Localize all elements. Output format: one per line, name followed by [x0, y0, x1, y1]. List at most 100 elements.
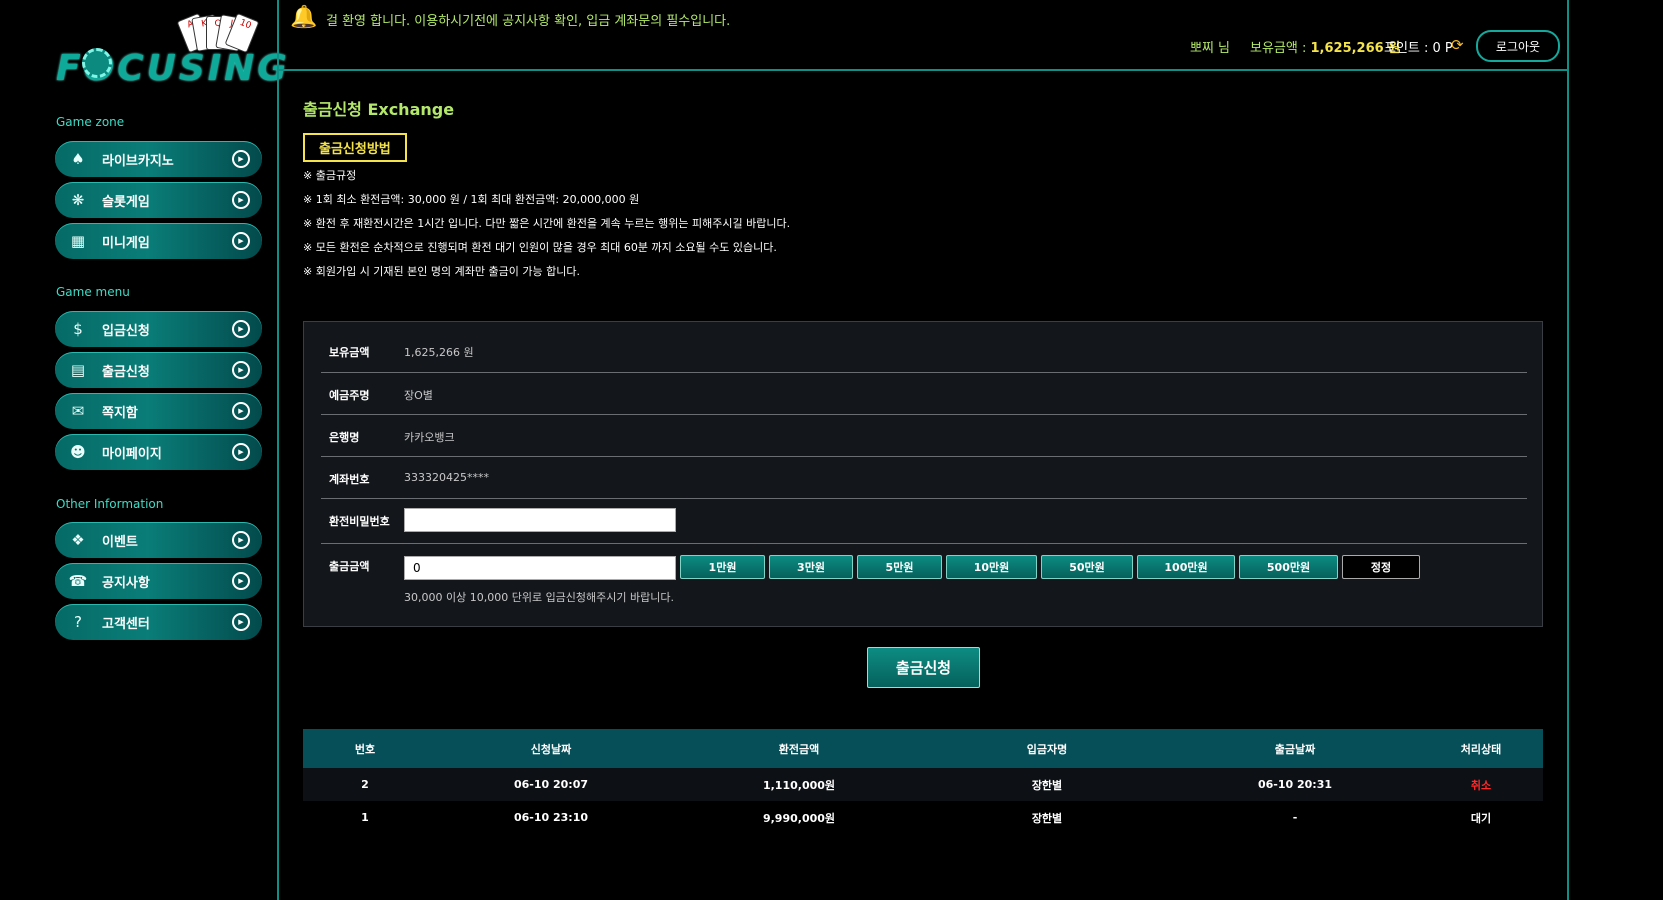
megaphone-icon: ☎	[68, 572, 88, 590]
notice-marquee: 걸 환영 합니다. 이용하시기전에 공지사항 확인, 입금 계좌문의 필수입니다…	[326, 14, 731, 29]
section-title-game-menu: Game menu	[56, 285, 130, 299]
sidebar-item-label: 이벤트	[102, 534, 138, 550]
sidebar-item-deposit[interactable]: $ 입금신청 ▶	[55, 311, 262, 347]
reset-amount-button[interactable]: 정정	[1342, 555, 1420, 579]
page-title: 출금신청 Exchange	[303, 100, 455, 119]
rule-line: ※ 출금규정	[303, 169, 357, 182]
column-header: 입금자명	[1026, 742, 1068, 756]
table-cell: 06-10 20:31	[1257, 778, 1333, 791]
slot-wheel-icon: ❋	[71, 191, 85, 209]
submit-withdraw-button[interactable]: 출금신청	[867, 647, 980, 688]
frame-divider-left	[277, 0, 279, 900]
sidebar-item-label: 공지사항	[102, 575, 150, 591]
play-circle-icon: ▶	[232, 150, 250, 168]
sidebar-item-label: 라이브카지노	[102, 153, 174, 169]
rule-line: ※ 회원가입 시 기재된 본인 명의 계좌만 출금이 가능 합니다.	[303, 265, 580, 278]
status-badge: 대기	[1470, 811, 1492, 825]
column-header: 환전금액	[778, 742, 820, 756]
withdraw-amount-input[interactable]: 0	[404, 556, 676, 580]
user-settings-icon: ☻	[70, 443, 86, 461]
table-cell: 9,990,000원	[762, 811, 836, 825]
bell-icon: 🔔	[290, 5, 318, 30]
sidebar-item-notice[interactable]: ☎ 공지사항 ▶	[55, 563, 262, 599]
table-row: 1 06-10 23:10 9,990,000원 장한별 - 대기	[303, 801, 1543, 834]
sidebar-item-label: 출금신청	[102, 364, 150, 380]
play-circle-icon: ▶	[232, 320, 250, 338]
sidebar-item-label: 마이페이지	[102, 446, 162, 462]
add-100k-button[interactable]: 10만원	[946, 555, 1037, 579]
add-10k-button[interactable]: 1만원	[680, 555, 765, 579]
column-header: 번호	[354, 742, 376, 756]
table-row: 2 06-10 20:07 1,110,000원 장한별 06-10 20:31…	[303, 768, 1543, 801]
holder-field-label: 예금주명	[329, 389, 370, 402]
sidebar-item-label: 쪽지함	[102, 405, 138, 421]
site-logo[interactable]: A K Q J 10 FOCUSING	[54, 12, 287, 89]
account-field-value: 333320425****	[404, 471, 489, 484]
play-circle-icon: ▶	[232, 191, 250, 209]
form-row-password: 환전비밀번호	[321, 499, 1527, 544]
play-circle-icon: ▶	[232, 232, 250, 250]
form-row-holder: 예금주명 장O별	[321, 373, 1527, 415]
add-5m-button[interactable]: 500만원	[1239, 555, 1338, 579]
refresh-icon[interactable]: ⟳	[1451, 36, 1464, 54]
amount-hint: 30,000 이상 10,000 단위로 입금신청해주시기 바랍니다.	[404, 591, 674, 604]
casino-dealer-icon: ♠	[71, 150, 85, 168]
chat-help-icon: ?	[74, 613, 82, 631]
column-header: 신청날짜	[530, 742, 572, 756]
header-points: 포인트 : 0 P	[1384, 41, 1453, 56]
dollar-coin-icon: $	[73, 320, 83, 338]
table-cell: -	[1292, 811, 1298, 824]
header-balance: 보유금액 : 1,625,266 원	[1250, 37, 1400, 56]
withdraw-rules: ※ 출금규정 ※ 1회 최소 환전금액: 30,000 원 / 1회 최대 환전…	[303, 168, 790, 288]
balance-label: 보유금액 :	[1250, 41, 1311, 56]
play-circle-icon: ▶	[232, 443, 250, 461]
rule-line: ※ 1회 최소 환전금액: 30,000 원 / 1회 최대 환전금액: 20,…	[303, 193, 640, 206]
form-row-bank: 은행명 카카오뱅크	[321, 415, 1527, 457]
sidebar-item-live-casino[interactable]: ♠ 라이브카지노 ▶	[55, 141, 262, 177]
sidebar-item-mypage[interactable]: ☻ 마이페이지 ▶	[55, 434, 262, 470]
sidebar-item-withdraw[interactable]: ▤ 출금신청 ▶	[55, 352, 262, 388]
user-nickname: 뽀찌 님	[1190, 41, 1231, 56]
sidebar-item-slot-game[interactable]: ❋ 슬롯게임 ▶	[55, 182, 262, 218]
add-50k-button[interactable]: 5만원	[857, 555, 942, 579]
logout-button[interactable]: 로그아웃	[1476, 30, 1560, 62]
add-500k-button[interactable]: 50만원	[1041, 555, 1133, 579]
sidebar-item-mini-game[interactable]: ▦ 미니게임 ▶	[55, 223, 262, 259]
balance-field-value: 1,625,266 원	[404, 346, 474, 359]
sidebar-item-label: 고객센터	[102, 616, 150, 632]
table-cell: 06-10 20:07	[513, 778, 589, 791]
sidebar-item-label: 입금신청	[102, 323, 150, 339]
sidebar-item-messages[interactable]: ✉ 쪽지함 ▶	[55, 393, 262, 429]
table-cell: 1	[361, 811, 369, 824]
table-cell: 2	[361, 778, 369, 791]
play-circle-icon: ▶	[232, 531, 250, 549]
envelope-icon: ✉	[71, 402, 85, 420]
holder-field-value: 장O별	[404, 389, 433, 402]
sidebar-item-event[interactable]: ❖ 이벤트 ▶	[55, 522, 262, 558]
add-30k-button[interactable]: 3만원	[769, 555, 853, 579]
table-cell: 장한별	[1031, 811, 1063, 825]
exchange-password-input[interactable]	[404, 508, 676, 532]
add-1m-button[interactable]: 100만원	[1137, 555, 1235, 579]
table-cell: 장한별	[1031, 778, 1063, 792]
casino-chip-icon	[82, 48, 112, 78]
amount-field-label: 출금금액	[329, 560, 370, 573]
withdraw-form: 보유금액 1,625,266 원 예금주명 장O별 은행명 카카오뱅크 계좌번호…	[303, 321, 1543, 627]
table-cell: 1,110,000원	[762, 778, 836, 792]
play-circle-icon: ▶	[232, 613, 250, 631]
section-title-game-zone: Game zone	[56, 115, 125, 129]
play-circle-icon: ▶	[232, 361, 250, 379]
rule-line: ※ 환전 후 재환전시간은 1시간 입니다. 다만 짧은 시간에 환전을 계속 …	[303, 217, 791, 230]
bank-field-label: 은행명	[329, 431, 360, 444]
form-row-balance: 보유금액 1,625,266 원	[321, 322, 1527, 373]
password-field-label: 환전비밀번호	[329, 515, 390, 528]
rule-line: ※ 모든 환전은 순차적으로 진행되며 환전 대기 인원이 많을 경우 최대 6…	[303, 241, 777, 254]
column-header: 출금날짜	[1274, 742, 1316, 756]
sidebar-item-customer-center[interactable]: ? 고객센터 ▶	[55, 604, 262, 640]
account-field-label: 계좌번호	[329, 473, 370, 486]
sidebar: A K Q J 10 FOCUSING Game zone ♠ 라이브카지노 ▶…	[0, 0, 287, 900]
withdraw-history-table: 번호 신청날짜 환전금액 입금자명 출금날짜 처리상태 2 06-10 20:0…	[303, 729, 1543, 834]
status-badge: 취소	[1470, 778, 1492, 792]
table-cell: 06-10 23:10	[513, 811, 589, 824]
frame-divider-right	[1567, 0, 1569, 900]
